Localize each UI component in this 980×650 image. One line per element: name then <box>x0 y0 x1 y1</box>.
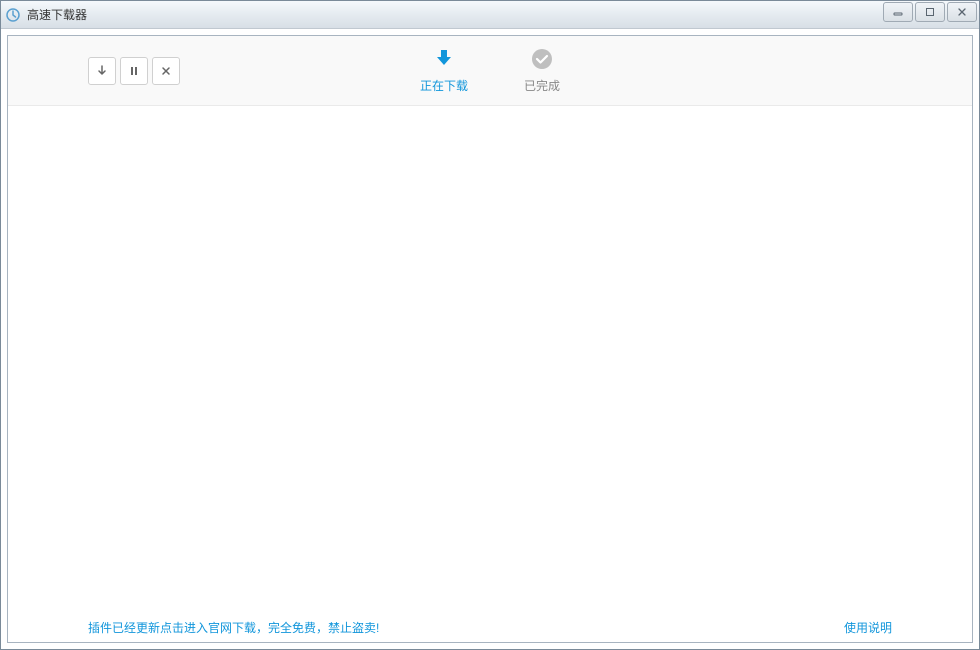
update-notice-link[interactable]: 插件已经更新点击进入官网下载，完全免费，禁止盗卖! <box>88 619 379 636</box>
pause-icon <box>127 64 141 78</box>
toolbar-actions <box>88 57 180 85</box>
download-list <box>8 106 972 612</box>
tabs: 正在下载 已完成 <box>412 36 568 105</box>
download-button[interactable] <box>88 57 116 85</box>
downloading-icon <box>432 47 456 71</box>
content-area: 正在下载 已完成 插件已经更新点击进入官网下载，完全免费，禁止盗卖! 使用说明 <box>7 35 973 643</box>
titlebar[interactable]: 高速下载器 <box>1 1 979 29</box>
tab-downloading-label: 正在下载 <box>420 77 468 94</box>
completed-icon <box>530 47 554 71</box>
x-icon <box>159 64 173 78</box>
close-button[interactable] <box>947 2 977 22</box>
tab-completed-label: 已完成 <box>524 77 560 94</box>
download-arrow-icon <box>95 64 109 78</box>
pause-button[interactable] <box>120 57 148 85</box>
toolbar: 正在下载 已完成 <box>8 36 972 106</box>
maximize-icon <box>924 6 936 18</box>
window-controls <box>883 2 977 22</box>
close-icon <box>956 6 968 18</box>
window-title: 高速下载器 <box>27 6 87 23</box>
minimize-button[interactable] <box>883 2 913 22</box>
footer: 插件已经更新点击进入官网下载，完全免费，禁止盗卖! 使用说明 <box>8 612 972 642</box>
maximize-button[interactable] <box>915 2 945 22</box>
app-icon <box>5 7 21 23</box>
help-link[interactable]: 使用说明 <box>844 619 892 636</box>
app-window: 高速下载器 <box>0 0 980 650</box>
tab-completed[interactable]: 已完成 <box>516 43 568 98</box>
cancel-button[interactable] <box>152 57 180 85</box>
minimize-icon <box>892 6 904 18</box>
tab-downloading[interactable]: 正在下载 <box>412 43 476 98</box>
